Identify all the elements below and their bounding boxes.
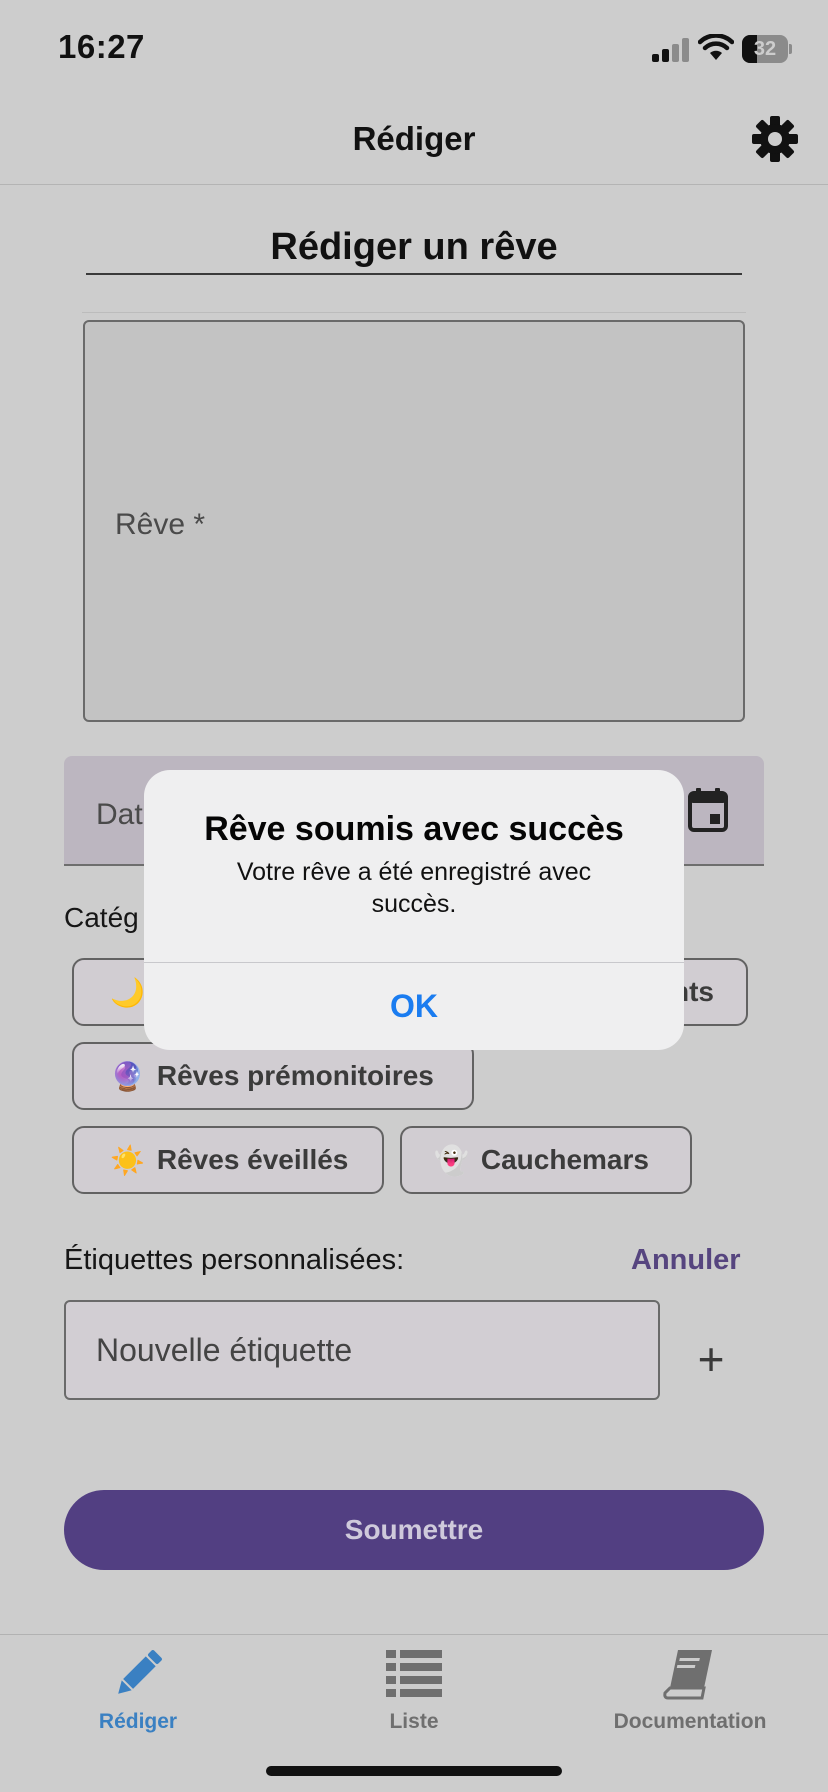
- ok-button[interactable]: OK: [144, 963, 684, 1050]
- crystal-ball-icon: 🔮: [110, 1060, 145, 1092]
- pencil-icon: [118, 1650, 162, 1694]
- date-field-label: Dat: [96, 798, 143, 831]
- cellular-signal-icon: [652, 38, 690, 62]
- battery-percent: 32: [753, 38, 777, 60]
- moon-icon: 🌙: [110, 976, 145, 1008]
- section-divider: [82, 312, 746, 313]
- list-icon: [386, 1650, 442, 1697]
- tab-label: Documentation: [613, 1710, 767, 1733]
- wifi-icon: [697, 33, 735, 62]
- chip-label: Rêves éveillés: [156, 1144, 349, 1175]
- sun-icon: ☀️: [110, 1144, 145, 1176]
- dream-field-label: Rêve *: [115, 508, 206, 541]
- new-tag-placeholder: Nouvelle étiquette: [96, 1332, 353, 1368]
- tab-write[interactable]: Rédiger: [0, 1648, 276, 1734]
- status-time: 16:27: [58, 28, 145, 65]
- home-indicator: [266, 1766, 562, 1776]
- ghost-icon: 👻: [434, 1144, 469, 1176]
- calendar-icon[interactable]: [688, 788, 728, 832]
- chip-awake-dreams[interactable]: ☀️ Rêves éveillés: [72, 1126, 384, 1194]
- chip-label: Rêves prémonitoires: [156, 1060, 434, 1091]
- chip-premonitory-dreams[interactable]: 🔮 Rêves prémonitoires: [72, 1042, 474, 1110]
- categories-label: Catég: [64, 902, 139, 933]
- tab-label: Rédiger: [98, 1710, 178, 1733]
- add-tag-button[interactable]: +: [686, 1334, 736, 1384]
- title-underline: [86, 273, 742, 275]
- chip-nightmares[interactable]: 👻 Cauchemars: [400, 1126, 692, 1194]
- tab-documentation[interactable]: Documentation: [552, 1648, 828, 1734]
- gear-icon[interactable]: [752, 116, 798, 162]
- submit-button[interactable]: Soumettre: [64, 1490, 764, 1570]
- alert-message: Votre rêve a été enregistré avec succès.: [236, 858, 592, 918]
- header-divider: [0, 184, 828, 185]
- cancel-button[interactable]: Annuler: [631, 1244, 741, 1277]
- tab-bar-divider: [0, 1634, 828, 1635]
- battery-indicator: 32: [742, 35, 792, 63]
- book-icon: [663, 1650, 712, 1700]
- page-title: Rédiger un rêve: [270, 226, 558, 268]
- custom-tags-label: Étiquettes personnalisées:: [64, 1244, 405, 1276]
- tab-list[interactable]: Liste: [276, 1648, 552, 1734]
- success-alert: Rêve soumis avec succès Votre rêve a été…: [144, 770, 684, 1050]
- tab-label: Liste: [389, 1710, 439, 1733]
- alert-title: Rêve soumis avec succès: [204, 810, 624, 848]
- chip-label: Cauchemars: [480, 1144, 649, 1175]
- nav-title: Rédiger: [352, 120, 476, 157]
